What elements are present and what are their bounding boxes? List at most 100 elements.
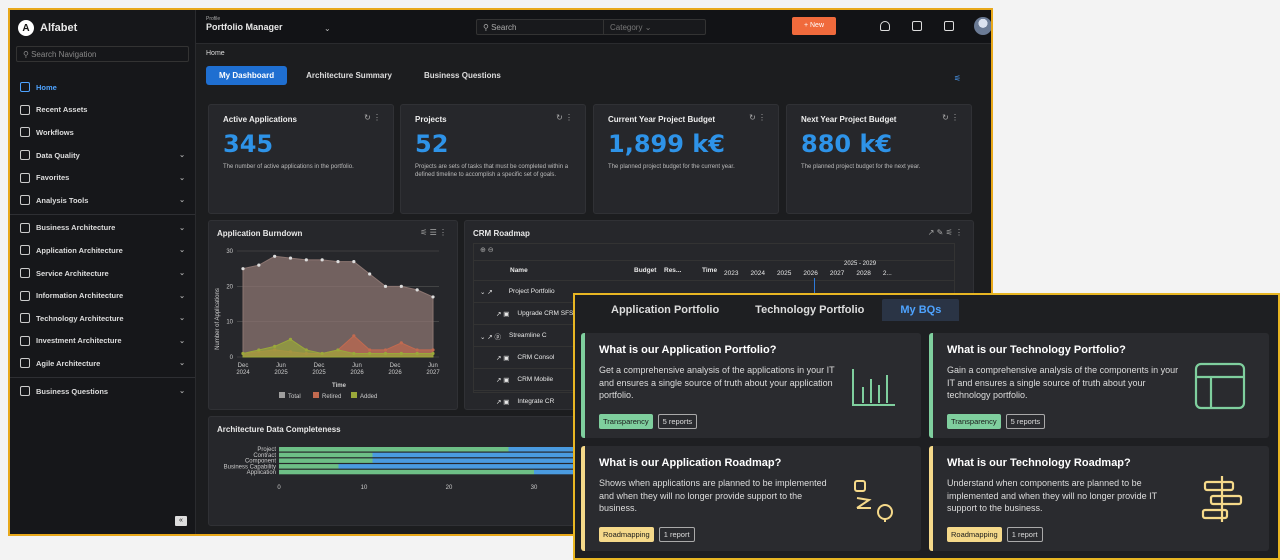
kpi-description: The number of active applications in the… [223,164,354,170]
tab-my-dashboard[interactable]: My Dashboard [206,66,288,85]
data-point [399,341,403,345]
avatar[interactable] [974,17,991,35]
tab-business-questions[interactable]: Business Questions [411,66,514,85]
tab-architecture-summary[interactable]: Architecture Summary [293,66,405,85]
sidebar-item-information-architecture[interactable]: Information Architecture ⌄ [10,284,195,307]
profile-selector[interactable]: Profile Portfolio Manager ⌄ [206,16,331,33]
panel-title: Application Burndown [217,229,303,238]
sidebar-item-service-architecture[interactable]: Service Architecture ⌄ [10,262,195,285]
data-point [257,348,261,352]
sidebar-item-label: Analysis Tools [36,195,89,205]
sidebar-item-technology-architecture[interactable]: Technology Architecture ⌄ [10,307,195,330]
sidebar-item-business-architecture[interactable]: Business Architecture ⌄ [10,217,195,240]
row-name: Project Portfolio [508,288,555,295]
sidebar-item-label: Information Architecture [36,291,124,301]
tab-technology-portfolio[interactable]: Technology Portfolio [737,299,882,321]
bq-card[interactable]: What is our Application Roadmap? Shows w… [581,446,921,551]
card-accent [581,333,585,438]
sidebar-item-recent-assets[interactable]: Recent Assets [10,99,195,122]
sidebar-item-application-architecture[interactable]: Application Architecture ⌄ [10,239,195,262]
open-icon[interactable]: ↗ ▣ [496,376,509,384]
bell-icon[interactable] [880,21,890,31]
data-point [399,284,403,288]
sidebar-search-input[interactable]: ⚲ Search Navigation [16,46,189,62]
open-icon[interactable]: ↗ ▣ [496,354,509,362]
tab-application-portfolio[interactable]: Application Portfolio [593,299,737,321]
data-point [304,258,308,262]
sidebar-item-data-quality[interactable]: Data Quality ⌄ [10,144,195,167]
dashboard-tabs: My Dashboard Architecture Summary Busine… [206,66,514,85]
reports-count[interactable]: 1 report [1006,527,1043,542]
bq-tag: Transparency [599,414,653,429]
tab-my-bqs[interactable]: My BQs [882,299,960,321]
collapse-sidebar-button[interactable]: « [175,516,187,526]
data-point [368,351,372,356]
bq-card[interactable]: What is our Application Portfolio? Get a… [581,333,921,438]
sidebar-item-label: Data Quality [36,150,80,160]
reports-count[interactable]: 5 reports [1005,414,1046,429]
settings-icon[interactable] [944,21,954,31]
legend-swatch-total [279,392,285,398]
y-tick-label: 20 [226,284,233,290]
x-tick-label: Dec [314,363,325,369]
home-icon [20,82,30,93]
panel-menu-icon[interactable]: ↗ ✎ ⚟ ⋮ [928,228,963,237]
sidebar-item-workflows[interactable]: Workflows [10,121,195,144]
reports-count[interactable]: 5 reports [657,414,698,429]
refresh-icon[interactable]: ↻ ⋮ [942,113,959,122]
expand-icon[interactable]: ⌄ ↗ [480,288,493,296]
x-tick-label: 10 [361,485,368,491]
global-search-input[interactable]: ⚲ Search Category ⌄ [476,19,706,35]
sidebar-item-label: Business Questions [36,386,109,396]
sidebar-item-label: Agile Architecture [36,358,101,368]
new-button[interactable]: + New [792,17,836,35]
open-icon[interactable]: ↗ ▣ [496,398,509,406]
refresh-icon[interactable]: ↻ ⋮ [749,113,766,122]
table-layout-icon [1194,362,1246,410]
sidebar-item-label: Workflows [36,127,74,137]
sidebar-item-agile-architecture[interactable]: Agile Architecture ⌄ [10,352,195,375]
data-point [320,351,324,356]
help-icon[interactable] [912,21,922,31]
kpi-title: Current Year Project Budget [608,115,715,124]
x-axis-label: Time [332,383,347,389]
refresh-icon[interactable]: ↻ ⋮ [364,113,381,122]
x-tick-label: Dec [390,363,401,369]
x-tick-label: 2024 [236,370,250,376]
x-tick-label: Jun [276,363,286,369]
refresh-icon[interactable]: ↻ ⋮ [556,113,573,122]
chevron-down-icon: ⌄ [179,388,185,396]
chevron-down-icon: ⌄ [179,247,185,255]
app-logo[interactable]: A Alfabet [10,10,195,46]
bq-description: Understand when components are planned t… [947,478,1157,514]
data-point [415,288,419,292]
bq-card[interactable]: What is our Technology Portfolio? Gain a… [929,333,1269,438]
zoom-icon[interactable]: ⊕ ⊖ [474,244,954,260]
data-point [273,344,277,348]
open-icon[interactable]: ↗ ▣ [496,310,509,318]
reports-count[interactable]: 1 report [658,527,695,542]
x-tick-label: Jun [352,363,362,369]
sidebar-item-favorites[interactable]: Favorites ⌄ [10,166,195,189]
bar-segment [279,458,373,463]
filter-icon[interactable]: ⚟ [954,74,961,83]
sidebar-item-home[interactable]: Home [10,76,195,99]
breadcrumb[interactable]: Home [206,50,225,57]
data-point [383,284,388,288]
sidebar-item-investment-architecture[interactable]: Investment Architecture ⌄ [10,330,195,353]
bq-description: Shows when applications are planned to b… [599,478,827,514]
gantt-header: Name Budget Res... Time 2025 - 2029 2023… [474,260,954,280]
sidebar-item-business-questions[interactable]: Business Questions ⌄ [10,380,195,403]
data-point [320,258,324,262]
sidebar-item-analysis-tools[interactable]: Analysis Tools ⌄ [10,189,195,212]
bq-title: What is our Technology Roadmap? [947,457,1131,469]
kpi-card: ↻ ⋮ Current Year Project Budget 1,899 k€ Th… [593,104,779,214]
x-tick-label: Dec [238,363,249,369]
agile-icon [20,358,30,369]
bq-card[interactable]: What is our Technology Roadmap? Understa… [929,446,1269,551]
expand-icon[interactable]: ⌄ ↗ ⓟ [480,331,501,341]
data-point [415,351,419,356]
category-select[interactable]: Category ⌄ [603,20,706,34]
year-label: 2023 [724,270,739,277]
panel-menu-icon[interactable]: ⚟ ☰ ⋮ [420,228,447,237]
